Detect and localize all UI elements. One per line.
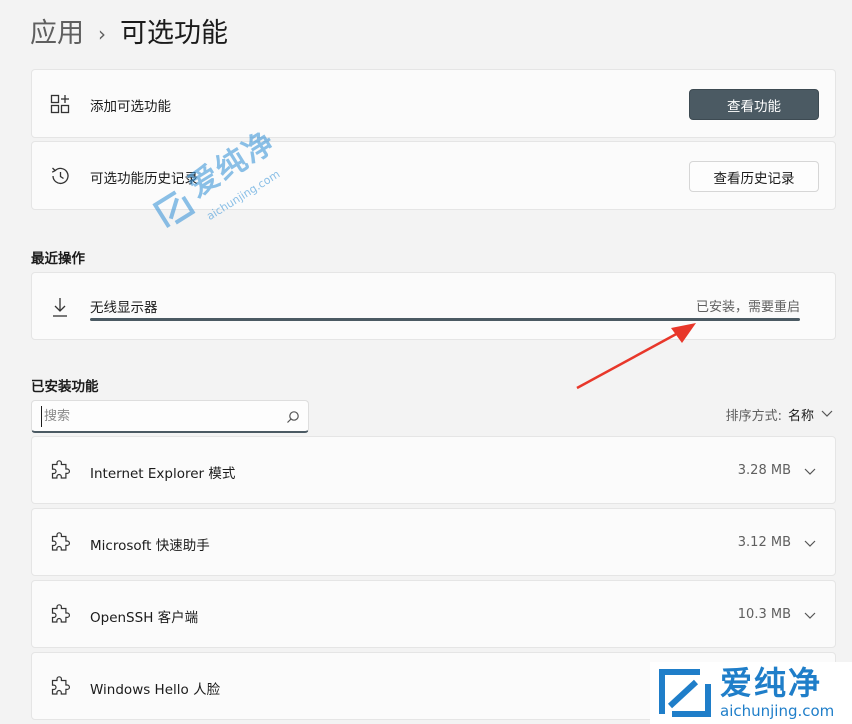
recent-action-item: 无线显示器 已安装，需要重启 — [31, 272, 836, 340]
view-history-button[interactable]: 查看历史记录 — [689, 161, 819, 192]
feature-name: Windows Hello 人脸 — [90, 682, 221, 698]
feature-item-ie-mode[interactable]: Internet Explorer 模式 3.28 MB — [31, 436, 836, 504]
installed-features-title: 已安装功能 — [31, 379, 99, 395]
add-feature-card: 添加可选功能 查看功能 — [31, 69, 836, 138]
feature-name: Internet Explorer 模式 — [90, 466, 236, 482]
puzzle-icon — [49, 676, 71, 698]
feature-name: Microsoft 快速助手 — [90, 538, 210, 554]
chevron-down-icon[interactable] — [803, 536, 817, 550]
feature-item-openssh[interactable]: OpenSSH 客户端 10.3 MB — [31, 580, 836, 648]
history-icon — [49, 165, 71, 187]
search-box — [31, 400, 309, 433]
download-icon — [49, 296, 71, 318]
recent-item-status: 已安装，需要重启 — [695, 300, 800, 315]
recent-item-name: 无线显示器 — [90, 300, 158, 316]
install-progress-fill — [90, 318, 800, 321]
history-label: 可选功能历史记录 — [90, 171, 198, 187]
search-input[interactable] — [41, 406, 281, 427]
recent-actions-title: 最近操作 — [31, 251, 85, 267]
breadcrumb: 应用 › 可选功能 — [30, 14, 228, 54]
history-card: 可选功能历史记录 查看历史记录 — [31, 141, 836, 210]
sort-dropdown[interactable]: 排序方式: 名称 — [726, 405, 834, 424]
add-grid-icon — [49, 93, 71, 115]
puzzle-icon — [49, 460, 71, 482]
watermark-url: aichunjing.com — [720, 702, 835, 720]
feature-item-quick-assist[interactable]: Microsoft 快速助手 3.12 MB — [31, 508, 836, 576]
install-progress-bar — [90, 318, 800, 321]
breadcrumb-parent[interactable]: 应用 — [30, 14, 84, 54]
chevron-down-icon[interactable] — [803, 464, 817, 478]
search-icon[interactable] — [286, 409, 300, 428]
chevron-down-icon[interactable] — [803, 608, 817, 622]
add-feature-label: 添加可选功能 — [90, 99, 171, 115]
sort-value: 名称 — [787, 409, 814, 424]
breadcrumb-separator: › — [98, 22, 106, 46]
watermark-logo-icon — [659, 669, 711, 717]
puzzle-icon — [49, 604, 71, 626]
feature-size: 3.28 MB — [737, 463, 791, 478]
feature-size: 3.12 MB — [737, 535, 791, 550]
watermark-text: 爱纯净 — [720, 664, 823, 702]
watermark-corner: 爱纯净 aichunjing.com — [650, 662, 852, 724]
chevron-down-icon — [820, 406, 834, 424]
view-features-button[interactable]: 查看功能 — [689, 89, 819, 120]
feature-size: 10.3 MB — [737, 607, 791, 622]
sort-label: 排序方式: — [725, 409, 782, 424]
feature-name: OpenSSH 客户端 — [90, 610, 199, 626]
puzzle-icon — [49, 532, 71, 554]
page-title: 可选功能 — [120, 18, 228, 49]
